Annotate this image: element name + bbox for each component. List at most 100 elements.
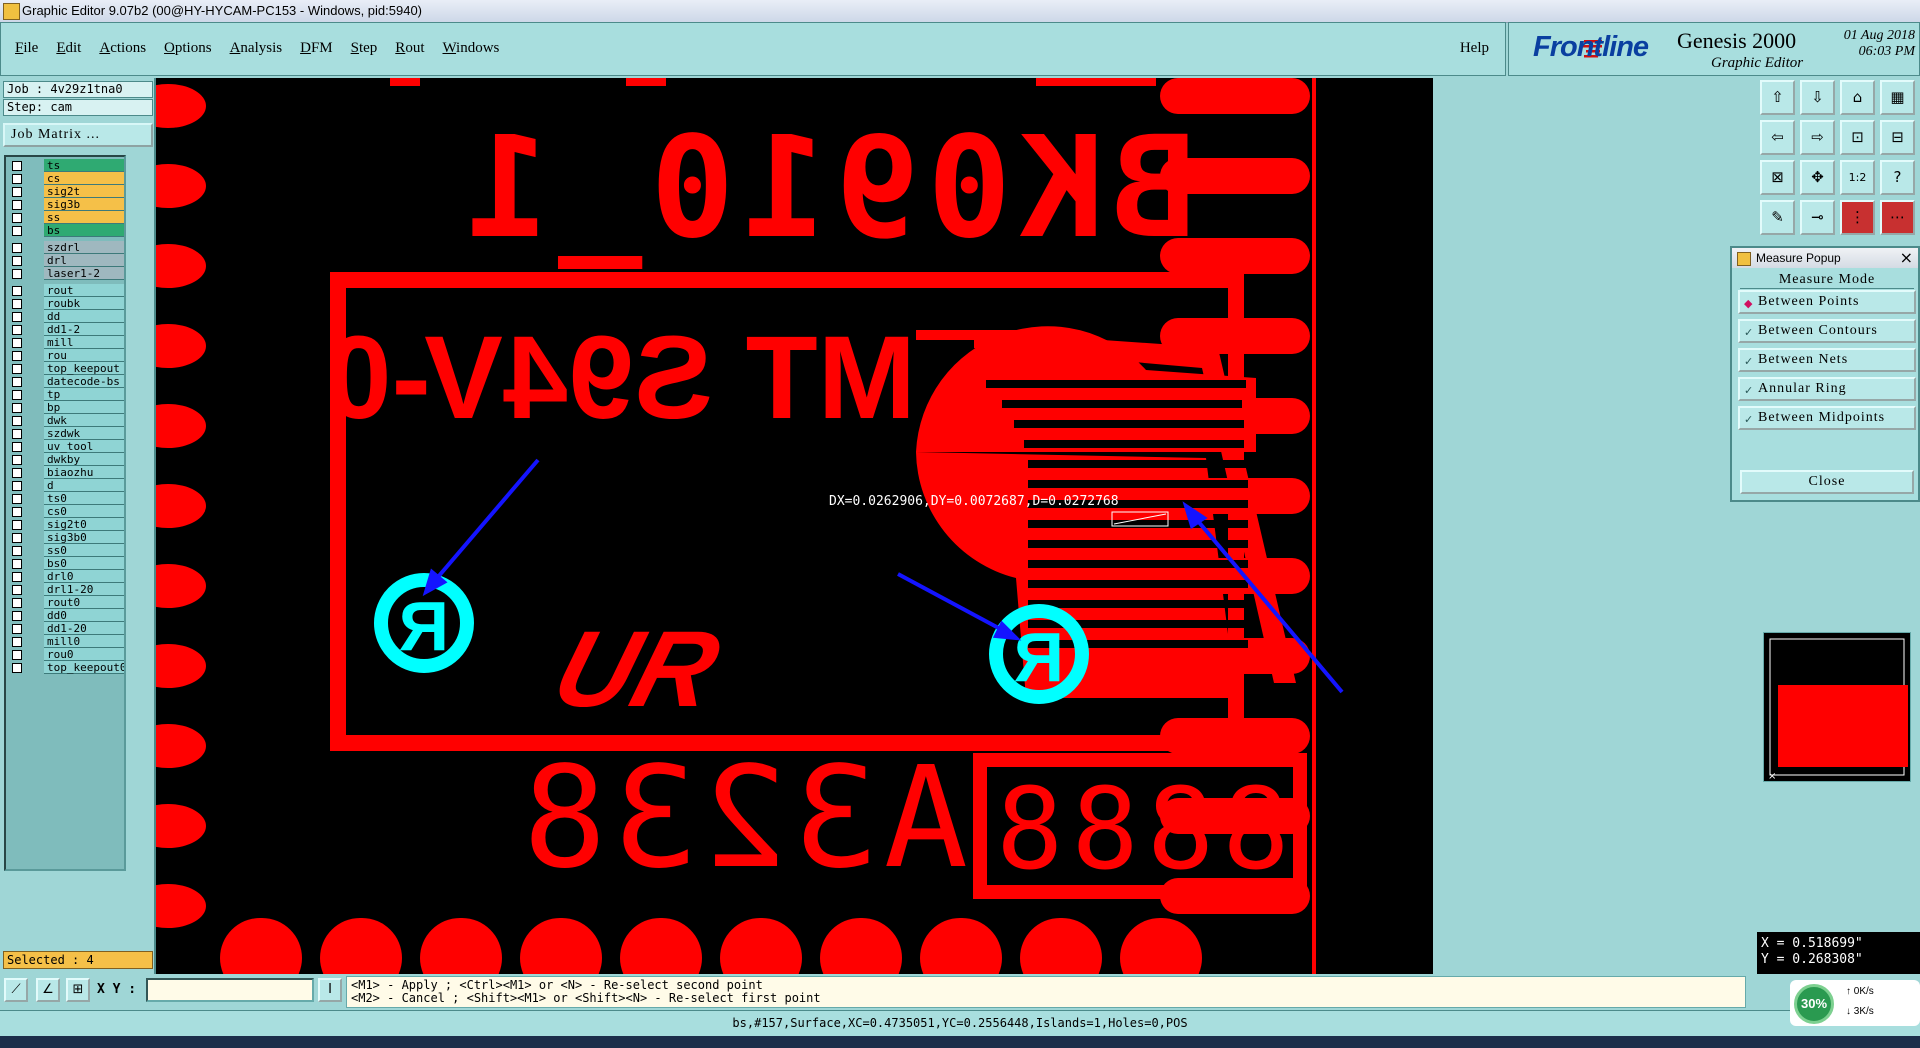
network-monitor[interactable]: 30% ↑ 0K/s ↓ 3K/s [1790, 980, 1920, 1026]
layer-checkbox[interactable] [12, 520, 22, 530]
layer-row-dd0[interactable]: dd0 [8, 609, 124, 623]
menu-dfm[interactable]: DFM [300, 40, 333, 57]
layer-row-mill[interactable]: mill [8, 336, 124, 350]
layer-row-drl0[interactable]: drl0 [8, 570, 124, 584]
pan-down-icon[interactable]: ⇩ [1800, 80, 1835, 115]
layer-checkbox[interactable] [12, 200, 22, 210]
snap-line-icon[interactable]: ⟋ [4, 978, 28, 1002]
layer-row-ts[interactable]: ts [8, 159, 124, 173]
pan-up-icon[interactable]: ⇧ [1760, 80, 1795, 115]
layer-checkbox[interactable] [12, 299, 22, 309]
layer-row-roubk[interactable]: roubk [8, 297, 124, 311]
layer-checkbox[interactable] [12, 351, 22, 361]
layer-row-sig2t0[interactable]: sig2t0 [8, 518, 124, 532]
center-icon[interactable]: ✥ [1800, 160, 1835, 195]
layer-checkbox[interactable] [12, 364, 22, 374]
layer-checkbox[interactable] [12, 494, 22, 504]
layer-row-uv_tool[interactable]: uv_tool [8, 440, 124, 454]
layer-checkbox[interactable] [12, 598, 22, 608]
layer-checkbox[interactable] [12, 468, 22, 478]
close-icon[interactable]: × [1900, 248, 1913, 267]
menu-edit[interactable]: Edit [56, 40, 81, 57]
layer-checkbox[interactable] [12, 226, 22, 236]
zoom-icon[interactable]: ⊡ [1840, 120, 1875, 155]
text-cursor-icon[interactable]: I [318, 978, 342, 1002]
layer-list[interactable]: ts cs sig2t sig3b ss bs szdrl drl laser1-2 rout ro… [4, 155, 126, 871]
layer-row-rou0[interactable]: rou0 [8, 648, 124, 662]
scale-icon[interactable]: 1:2 [1840, 160, 1875, 195]
layer-row-dwkby[interactable]: dwkby [8, 453, 124, 467]
menu-analysis[interactable]: Analysis [230, 40, 283, 57]
edit-icon[interactable]: ✎ [1760, 200, 1795, 235]
layer-row-drl1-20[interactable]: drl1-20 [8, 583, 124, 597]
layer-row-rout[interactable]: rout [8, 284, 124, 298]
layer-row-dd1-2[interactable]: dd1-2 [8, 323, 124, 337]
layer-row-mill0[interactable]: mill0 [8, 635, 124, 649]
layer-checkbox[interactable] [12, 377, 22, 387]
fit-icon[interactable]: ⊠ [1760, 160, 1795, 195]
layer-row-top_keepout0[interactable]: top_keepout0 [8, 661, 124, 675]
layer-row-szdrl[interactable]: szdrl [8, 241, 124, 255]
layer-row-rout0[interactable]: rout0 [8, 596, 124, 610]
layer-checkbox[interactable] [12, 243, 22, 253]
layer-checkbox[interactable] [12, 650, 22, 660]
layer-row-dd[interactable]: dd [8, 310, 124, 324]
layer-row-ts0[interactable]: ts0 [8, 492, 124, 506]
layer-checkbox[interactable] [12, 429, 22, 439]
layer-checkbox[interactable] [12, 286, 22, 296]
layer-row-tp[interactable]: tp [8, 388, 124, 402]
help-icon[interactable]: ? [1880, 160, 1915, 195]
layer-checkbox[interactable] [12, 187, 22, 197]
menu-options[interactable]: Options [164, 40, 212, 57]
mode-annular-ring[interactable]: ✓ Annular Ring [1738, 377, 1916, 401]
mode-between-nets[interactable]: ✓ Between Nets [1738, 348, 1916, 372]
layer-checkbox[interactable] [12, 546, 22, 556]
layer-checkbox[interactable] [12, 161, 22, 171]
layer-row-sig3b0[interactable]: sig3b0 [8, 531, 124, 545]
layer-checkbox[interactable] [12, 256, 22, 266]
snap-icon[interactable]: ⋯ [1880, 200, 1915, 235]
layer-checkbox[interactable] [12, 325, 22, 335]
menu-file[interactable]: File [15, 40, 38, 57]
layer-checkbox[interactable] [12, 269, 22, 279]
layer-checkbox[interactable] [12, 611, 22, 621]
mode-between-points[interactable]: ◆ Between Points [1738, 290, 1916, 314]
layer-row-ss[interactable]: ss [8, 211, 124, 225]
layer-checkbox[interactable] [12, 403, 22, 413]
layer-row-bs[interactable]: bs [8, 224, 124, 238]
layer-checkbox[interactable] [12, 442, 22, 452]
mode-between-midpoints[interactable]: ✓ Between Midpoints [1738, 406, 1916, 430]
layer-row-bs0[interactable]: bs0 [8, 557, 124, 571]
layer-checkbox[interactable] [12, 338, 22, 348]
graphic-canvas[interactable]: BK0910_1 MT S94V-0 UR A3238 8888 R R DX=… [156, 78, 1433, 974]
layer-checkbox[interactable] [12, 663, 22, 673]
layer-row-drl[interactable]: drl [8, 254, 124, 268]
layer-checkbox[interactable] [12, 174, 22, 184]
close-button[interactable]: Close [1740, 470, 1914, 494]
layer-row-bp[interactable]: bp [8, 401, 124, 415]
layer-row-d[interactable]: d [8, 479, 124, 493]
pan-right-icon[interactable]: ⇨ [1800, 120, 1835, 155]
layer-row-laser1-2[interactable]: laser1-2 [8, 267, 124, 281]
layers-icon[interactable]: ⋮ [1840, 200, 1875, 235]
layer-checkbox[interactable] [12, 637, 22, 647]
layer-row-dd1-20[interactable]: dd1-20 [8, 622, 124, 636]
layer-checkbox[interactable] [12, 455, 22, 465]
layer-checkbox[interactable] [12, 481, 22, 491]
job-matrix-button[interactable]: Job Matrix ... [3, 123, 153, 147]
layer-checkbox[interactable] [12, 390, 22, 400]
layer-checkbox[interactable] [12, 312, 22, 322]
mode-between-contours[interactable]: ✓ Between Contours [1738, 319, 1916, 343]
layer-row-ss0[interactable]: ss0 [8, 544, 124, 558]
grid-icon[interactable]: ▦ [1880, 80, 1915, 115]
measure-icon[interactable]: ⊸ [1800, 200, 1835, 235]
measure-popup-titlebar[interactable]: Measure Popup × [1732, 248, 1918, 268]
xy-input[interactable] [146, 978, 314, 1002]
menu-rout[interactable]: Rout [395, 40, 424, 57]
layer-checkbox[interactable] [12, 585, 22, 595]
layer-checkbox[interactable] [12, 507, 22, 517]
layer-row-sig3b[interactable]: sig3b [8, 198, 124, 212]
menu-step[interactable]: Step [351, 40, 378, 57]
layer-checkbox[interactable] [12, 213, 22, 223]
layer-row-rou[interactable]: rou [8, 349, 124, 363]
